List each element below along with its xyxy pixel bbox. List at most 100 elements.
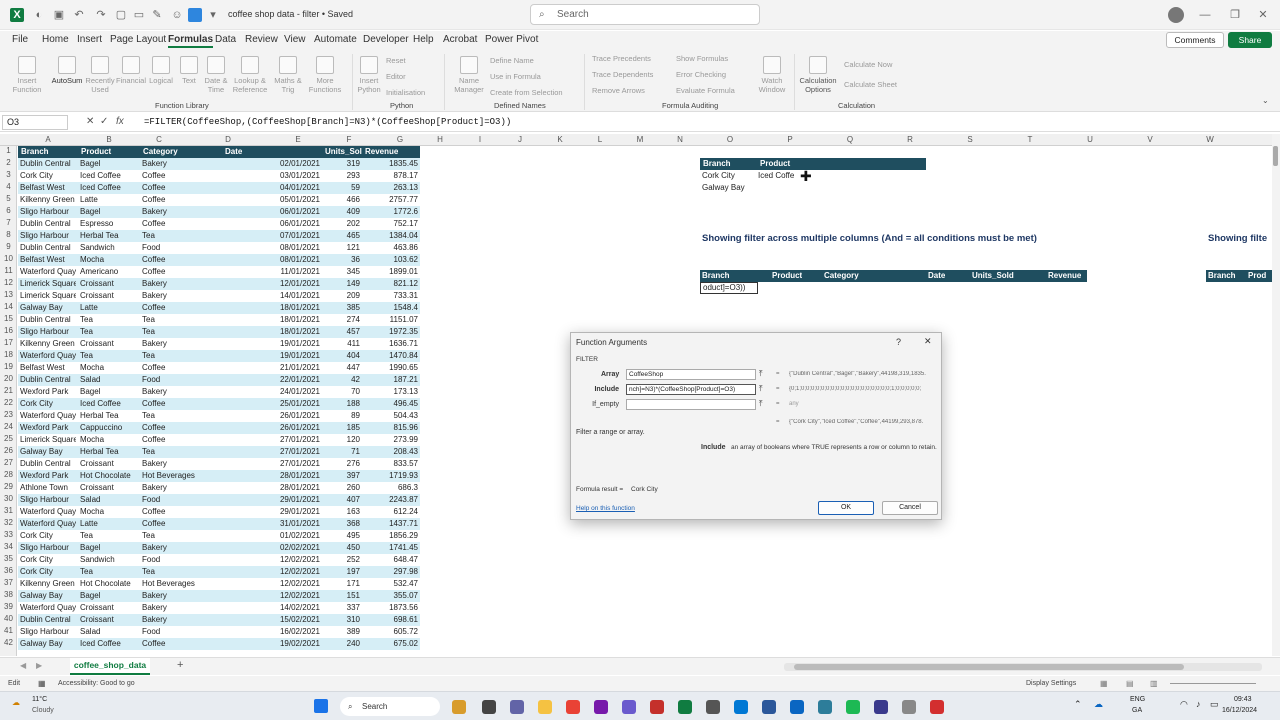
table-cell[interactable]: Mocha <box>80 506 138 518</box>
table-cell[interactable]: 28/01/2021 <box>224 482 320 494</box>
help-icon[interactable]: ? <box>896 337 901 347</box>
table-header-cell[interactable]: Revenue <box>362 146 420 158</box>
row-header[interactable]: 7 <box>0 218 17 227</box>
app-icon-7[interactable] <box>622 700 636 714</box>
table-cell[interactable]: 12/02/2021 <box>224 590 320 602</box>
python-reset-button[interactable]: Reset <box>386 56 406 65</box>
table-cell[interactable]: 496.45 <box>364 398 418 410</box>
table-cell[interactable]: 28/01/2021 <box>224 470 320 482</box>
table-cell[interactable]: 252 <box>324 554 360 566</box>
table-row[interactable] <box>18 182 420 194</box>
table-cell[interactable]: Food <box>142 626 220 638</box>
comments-button[interactable]: Comments <box>1166 32 1224 48</box>
table-cell[interactable]: 1990.65 <box>364 362 418 374</box>
row-header[interactable]: 1 <box>0 146 17 155</box>
column-header[interactable]: N <box>660 135 700 144</box>
remove-arrows-button[interactable]: Remove Arrows <box>592 86 645 95</box>
edge-icon[interactable] <box>790 700 804 714</box>
table-cell[interactable]: Croissant <box>80 614 138 626</box>
table-cell[interactable]: 504.43 <box>364 410 418 422</box>
table-cell[interactable]: Coffee <box>142 302 220 314</box>
table-cell[interactable]: Waterford Quay <box>20 506 76 518</box>
table-cell[interactable]: 355.07 <box>364 590 418 602</box>
table-cell[interactable]: 337 <box>324 602 360 614</box>
table-row[interactable] <box>18 206 420 218</box>
table-cell[interactable]: Food <box>142 494 220 506</box>
table-cell[interactable]: Iced Coffee <box>80 398 138 410</box>
table-cell[interactable]: Bagel <box>80 206 138 218</box>
emoji-icon[interactable]: ☺ <box>170 8 184 22</box>
windows-start-icon[interactable] <box>314 699 328 713</box>
table-cell[interactable]: 15/02/2021 <box>224 614 320 626</box>
table-cell[interactable]: 345 <box>324 266 360 278</box>
row-header[interactable]: 32 <box>0 518 17 527</box>
table-header-cell[interactable]: Product <box>78 146 140 158</box>
tab-data[interactable]: Data <box>215 34 236 45</box>
chrome-icon[interactable] <box>566 700 580 714</box>
table-cell[interactable]: 149 <box>324 278 360 290</box>
table-cell[interactable]: 03/01/2021 <box>224 170 320 182</box>
tab-formulas[interactable]: Formulas <box>168 34 214 48</box>
table-cell[interactable]: Coffee <box>142 170 220 182</box>
app-icon-15[interactable] <box>846 700 860 714</box>
table-cell[interactable]: 1772.6 <box>364 206 418 218</box>
table-cell[interactable]: Iced Coffee <box>80 182 138 194</box>
table-cell[interactable]: Sligo Harbour <box>20 494 76 506</box>
outlook-icon[interactable] <box>734 700 748 714</box>
table-cell[interactable]: 648.47 <box>364 554 418 566</box>
row-header[interactable]: 36 <box>0 566 17 575</box>
table-cell[interactable]: Galway Bay <box>20 446 76 458</box>
row-header[interactable]: 6 <box>0 206 17 215</box>
column-header[interactable]: A <box>18 135 78 144</box>
table-cell[interactable]: Dublin Central <box>20 314 76 326</box>
column-header[interactable]: V <box>1120 135 1180 144</box>
table-row[interactable] <box>18 434 420 446</box>
tab-insert[interactable]: Insert <box>77 34 102 45</box>
share-button[interactable]: Share <box>1228 32 1272 48</box>
row-header[interactable]: 21 <box>0 386 17 395</box>
new-file-icon[interactable]: ▢ <box>114 8 128 22</box>
table-cell[interactable]: Mocha <box>80 254 138 266</box>
macro-record-icon[interactable]: ▦ <box>38 679 46 688</box>
table-cell[interactable]: 29/01/2021 <box>224 494 320 506</box>
table-cell[interactable]: 821.12 <box>364 278 418 290</box>
tray-chevron-icon[interactable]: ⌃ <box>1074 699 1082 710</box>
table-row[interactable] <box>18 374 420 386</box>
table-row[interactable] <box>18 482 420 494</box>
table-cell[interactable]: 1741.45 <box>364 542 418 554</box>
table-cell[interactable]: 319 <box>324 158 360 170</box>
tab-view[interactable]: View <box>284 34 306 45</box>
row-header[interactable]: 9 <box>0 242 17 251</box>
table-cell[interactable]: 26/01/2021 <box>224 422 320 434</box>
row-header[interactable]: 17 <box>0 338 17 347</box>
recently-used-button[interactable]: Recently Used <box>84 56 116 94</box>
table-row[interactable] <box>18 278 420 290</box>
table-cell[interactable]: Food <box>142 242 220 254</box>
table-cell[interactable]: Croissant <box>80 602 138 614</box>
table-cell[interactable]: Cappuccino <box>80 422 138 434</box>
row-header[interactable]: 38 <box>0 590 17 599</box>
table-cell[interactable]: Americano <box>80 266 138 278</box>
table-row[interactable] <box>18 530 420 542</box>
prev-sheet-icon[interactable]: ◀ <box>20 661 26 670</box>
table-cell[interactable]: Herbal Tea <box>80 446 138 458</box>
table-cell[interactable]: Sligo Harbour <box>20 626 76 638</box>
row-header[interactable]: 27 <box>0 458 17 467</box>
table-cell[interactable]: Bagel <box>80 590 138 602</box>
column-header[interactable]: Q <box>820 135 880 144</box>
table-cell[interactable]: Tea <box>142 446 220 458</box>
table-cell[interactable]: 14/01/2021 <box>224 290 320 302</box>
table-cell[interactable]: 06/01/2021 <box>224 206 320 218</box>
row-header[interactable]: 14 <box>0 302 17 311</box>
table-cell[interactable]: Kilkenny Green <box>20 578 76 590</box>
table-row[interactable] <box>18 350 420 362</box>
table-cell[interactable]: 273.99 <box>364 434 418 446</box>
row-header[interactable]: 33 <box>0 530 17 539</box>
table-cell[interactable]: 06/01/2021 <box>224 218 320 230</box>
table-cell[interactable]: 310 <box>324 614 360 626</box>
table-cell[interactable]: Bagel <box>80 386 138 398</box>
table-cell[interactable]: 404 <box>324 350 360 362</box>
table-cell[interactable]: 08/01/2021 <box>224 254 320 266</box>
table-cell[interactable]: 103.62 <box>364 254 418 266</box>
table-row[interactable] <box>18 578 420 590</box>
